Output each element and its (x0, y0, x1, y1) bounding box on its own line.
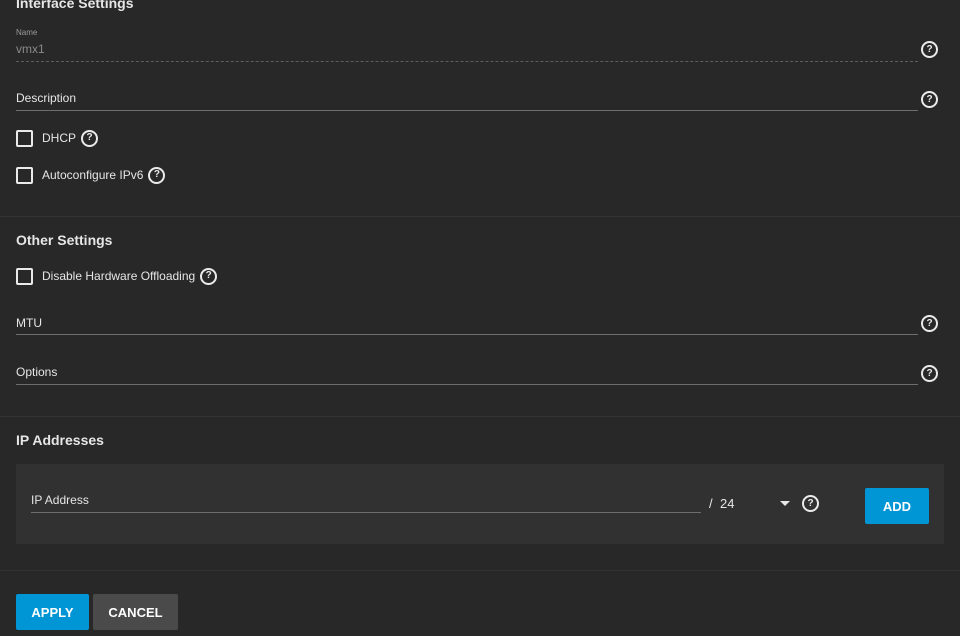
options-help-icon[interactable]: ? (921, 365, 938, 382)
autoconfigure-ipv6-label[interactable]: Autoconfigure IPv6 (42, 168, 143, 182)
ip-addresses-title: IP Addresses (16, 432, 104, 448)
apply-button[interactable]: APPLY (16, 594, 89, 630)
ip-address-help-icon[interactable]: ? (802, 495, 819, 512)
cancel-button[interactable]: CANCEL (93, 594, 178, 630)
mtu-field-label: MTU (16, 316, 42, 330)
add-ip-button[interactable]: ADD (865, 488, 929, 524)
section-divider (0, 416, 960, 417)
mtu-field-underline (16, 334, 918, 335)
name-field-underline (16, 61, 918, 63)
other-settings-title: Other Settings (16, 232, 113, 248)
dhcp-help-icon[interactable]: ? (81, 129, 99, 147)
netmask-separator: / (709, 496, 713, 511)
netmask-select-value[interactable]: 24 (720, 496, 734, 511)
disable-hw-offloading-option: Disable Hardware Offloading ? (16, 267, 218, 285)
chevron-down-icon[interactable] (780, 501, 790, 506)
autoconfigure-ipv6-option: Autoconfigure IPv6 ? (16, 166, 166, 184)
name-field-label: Name (16, 28, 38, 37)
disable-hw-offloading-label[interactable]: Disable Hardware Offloading (42, 269, 195, 283)
interface-settings-title: Interface Settings (16, 0, 134, 11)
name-field[interactable]: Name vmx1 (16, 27, 918, 63)
ip-address-card: IP Address / 24 ? ADD (16, 464, 944, 544)
name-help-icon[interactable]: ? (921, 41, 938, 58)
autoconfigure-ipv6-checkbox[interactable] (16, 166, 33, 184)
options-field[interactable]: Options (16, 361, 918, 385)
dhcp-label[interactable]: DHCP (42, 131, 76, 145)
section-divider (0, 216, 960, 217)
mtu-help-icon[interactable]: ? (921, 315, 938, 332)
disable-hw-offloading-checkbox[interactable] (16, 267, 33, 285)
section-divider (0, 570, 960, 571)
autoconfigure-ipv6-help-icon[interactable]: ? (148, 166, 166, 184)
dhcp-checkbox[interactable] (16, 129, 33, 147)
options-field-label: Options (16, 365, 58, 379)
dhcp-option: DHCP ? (16, 129, 99, 147)
ip-address-field[interactable]: IP Address (31, 492, 701, 514)
network-interface-form: Interface Settings Name vmx1 ? Descripti… (0, 0, 960, 636)
disable-hw-offloading-help-icon[interactable]: ? (200, 267, 218, 285)
ip-address-label: IP Address (31, 493, 89, 507)
ip-address-underline (31, 512, 701, 513)
description-field[interactable]: Description (16, 88, 918, 112)
description-help-icon[interactable]: ? (921, 91, 938, 108)
name-field-value: vmx1 (16, 42, 45, 56)
description-field-underline (16, 110, 918, 111)
description-field-label: Description (16, 91, 77, 105)
mtu-field[interactable]: MTU (16, 312, 918, 336)
options-field-underline (16, 384, 918, 385)
